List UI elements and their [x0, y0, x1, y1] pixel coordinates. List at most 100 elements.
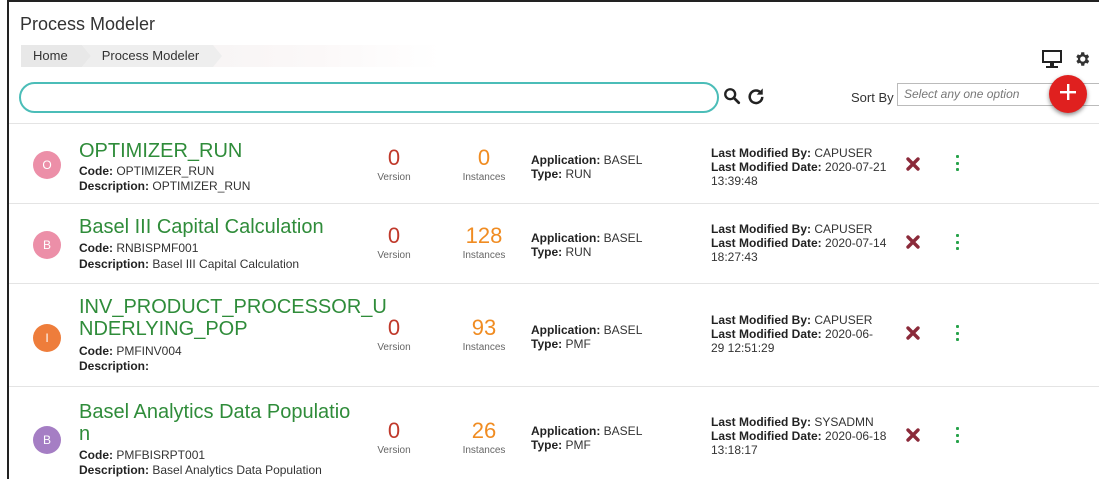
type-value: RUN: [565, 245, 592, 259]
sort-by-label: Sort By: [851, 90, 894, 105]
instances-count[interactable]: 93 Instances: [449, 315, 519, 354]
code-value: PMFINV004: [116, 344, 182, 358]
delete-icon[interactable]: [905, 325, 921, 341]
application-label: Application:: [531, 231, 601, 245]
type-label: Type:: [531, 438, 563, 452]
modified-date-label: Last Modified Date:: [711, 236, 822, 250]
version-value: 0: [387, 315, 401, 340]
type-value: PMF: [565, 337, 591, 351]
process-description: Description:: [79, 359, 149, 374]
description-label: Description:: [79, 359, 150, 373]
process-code: Code: PMFINV004: [79, 344, 182, 359]
instances-value: 128: [465, 223, 503, 248]
instances-count[interactable]: 26 Instances: [449, 419, 519, 457]
modified-by-value: CAPUSER: [814, 146, 873, 160]
avatar: I: [33, 324, 61, 352]
delete-icon[interactable]: [905, 156, 921, 172]
modified-by-label: Last Modified By:: [711, 146, 812, 160]
monitor-icon[interactable]: [1041, 49, 1063, 74]
modified-time-value: 13:39:48: [711, 174, 758, 188]
instances-count[interactable]: 0 Instances: [449, 146, 519, 184]
version-value: 0: [387, 145, 401, 170]
more-options-icon[interactable]: [953, 155, 961, 171]
delete-icon[interactable]: [905, 234, 921, 250]
top-toolbar: [1041, 49, 1091, 74]
modified-info: Last Modified By: CAPUSER Last Modified …: [711, 313, 911, 355]
type-label: Type:: [531, 245, 563, 259]
process-row[interactable]: B Basel Analytics Data Populatio n Code:…: [9, 386, 1099, 479]
process-name[interactable]: Basel III Capital Calculation: [79, 216, 369, 238]
application-info: Application: BASEL Type: PMF: [531, 323, 642, 351]
search-box: [19, 82, 719, 113]
process-name-line: INV_PRODUCT_PROCESSOR_U: [79, 296, 387, 318]
search-actions: [723, 87, 765, 110]
search-icon[interactable]: [723, 87, 741, 110]
process-name[interactable]: INV_PRODUCT_PROCESSOR_U NDERLYING_POP: [79, 296, 387, 340]
version-count: 0 Version: [359, 418, 429, 457]
description-label: Description:: [79, 463, 150, 477]
description-label: Description:: [79, 257, 150, 271]
modified-by-value: CAPUSER: [814, 313, 873, 327]
instances-label: Instances: [462, 445, 506, 456]
gear-icon[interactable]: [1073, 50, 1091, 73]
modified-date-value: 2020-07-14: [825, 236, 887, 250]
code-label: Code:: [79, 241, 113, 255]
modified-date-label: Last Modified Date:: [711, 160, 822, 174]
process-code: Code: PMFBISRPT001: [79, 448, 205, 463]
type-label: Type:: [531, 167, 563, 181]
search-input[interactable]: [21, 84, 717, 111]
modified-time-value: 13:18:17: [711, 443, 758, 457]
application-value: BASEL: [603, 153, 643, 167]
process-row[interactable]: I INV_PRODUCT_PROCESSOR_U NDERLYING_POP …: [9, 283, 1099, 386]
add-process-button[interactable]: [1049, 75, 1087, 113]
instances-value: 93: [471, 315, 497, 340]
version-value: 0: [387, 418, 401, 443]
version-label: Version: [377, 342, 411, 353]
application-value: BASEL: [603, 231, 643, 245]
code-label: Code:: [79, 164, 113, 178]
more-options-icon[interactable]: [953, 325, 961, 341]
instances-count[interactable]: 128 Instances: [449, 223, 519, 262]
more-options-icon[interactable]: [953, 427, 961, 443]
version-label: Version: [377, 250, 411, 261]
process-description: Description: Basel III Capital Calculati…: [79, 257, 299, 272]
process-description: Description: Basel Analytics Data Popula…: [79, 463, 322, 478]
process-code: Code: OPTIMIZER_RUN: [79, 164, 214, 179]
process-name[interactable]: Basel Analytics Data Populatio n: [79, 401, 369, 445]
delete-icon[interactable]: [905, 427, 921, 443]
application-info: Application: BASEL Type: RUN: [531, 153, 642, 181]
process-row[interactable]: B Basel III Capital Calculation Code: RN…: [9, 203, 1099, 283]
version-count: 0 Version: [359, 145, 429, 184]
process-row[interactable]: O OPTIMIZER_RUN Code: OPTIMIZER_RUN Desc…: [9, 123, 1099, 203]
version-value: 0: [387, 223, 401, 248]
code-label: Code:: [79, 448, 113, 462]
refresh-icon[interactable]: [747, 87, 765, 110]
process-name-line: Basel III Capital Calculation: [79, 216, 324, 238]
process-name-line: n: [79, 423, 91, 445]
application-label: Application:: [531, 424, 601, 438]
modified-date-value: 2020-06-18: [825, 429, 887, 443]
process-modeler-window: Process Modeler Home Process Modeler Sor…: [7, 0, 1099, 479]
type-label: Type:: [531, 337, 563, 351]
type-value: RUN: [565, 167, 592, 181]
description-value: Basel III Capital Calculation: [152, 257, 300, 271]
process-description: Description: OPTIMIZER_RUN: [79, 179, 250, 194]
type-value: PMF: [565, 438, 591, 452]
process-name-line: Basel Analytics Data Populatio: [79, 401, 351, 423]
application-label: Application:: [531, 153, 601, 167]
code-value: OPTIMIZER_RUN: [116, 164, 215, 178]
more-options-icon[interactable]: [953, 234, 961, 250]
breadcrumb-process-modeler: Process Modeler: [81, 45, 222, 67]
application-info: Application: BASEL Type: RUN: [531, 231, 642, 259]
modified-by-label: Last Modified By:: [711, 222, 812, 236]
modified-time-value: 18:27:43: [711, 250, 758, 264]
application-value: BASEL: [603, 424, 643, 438]
code-label: Code:: [79, 344, 113, 358]
process-name[interactable]: OPTIMIZER_RUN: [79, 140, 369, 162]
description-value: Basel Analytics Data Population: [152, 463, 322, 477]
avatar: B: [33, 426, 61, 454]
instances-label: Instances: [462, 342, 506, 353]
application-value: BASEL: [603, 323, 643, 337]
breadcrumb-home[interactable]: Home: [21, 45, 91, 67]
modified-info: Last Modified By: CAPUSER Last Modified …: [711, 222, 911, 264]
